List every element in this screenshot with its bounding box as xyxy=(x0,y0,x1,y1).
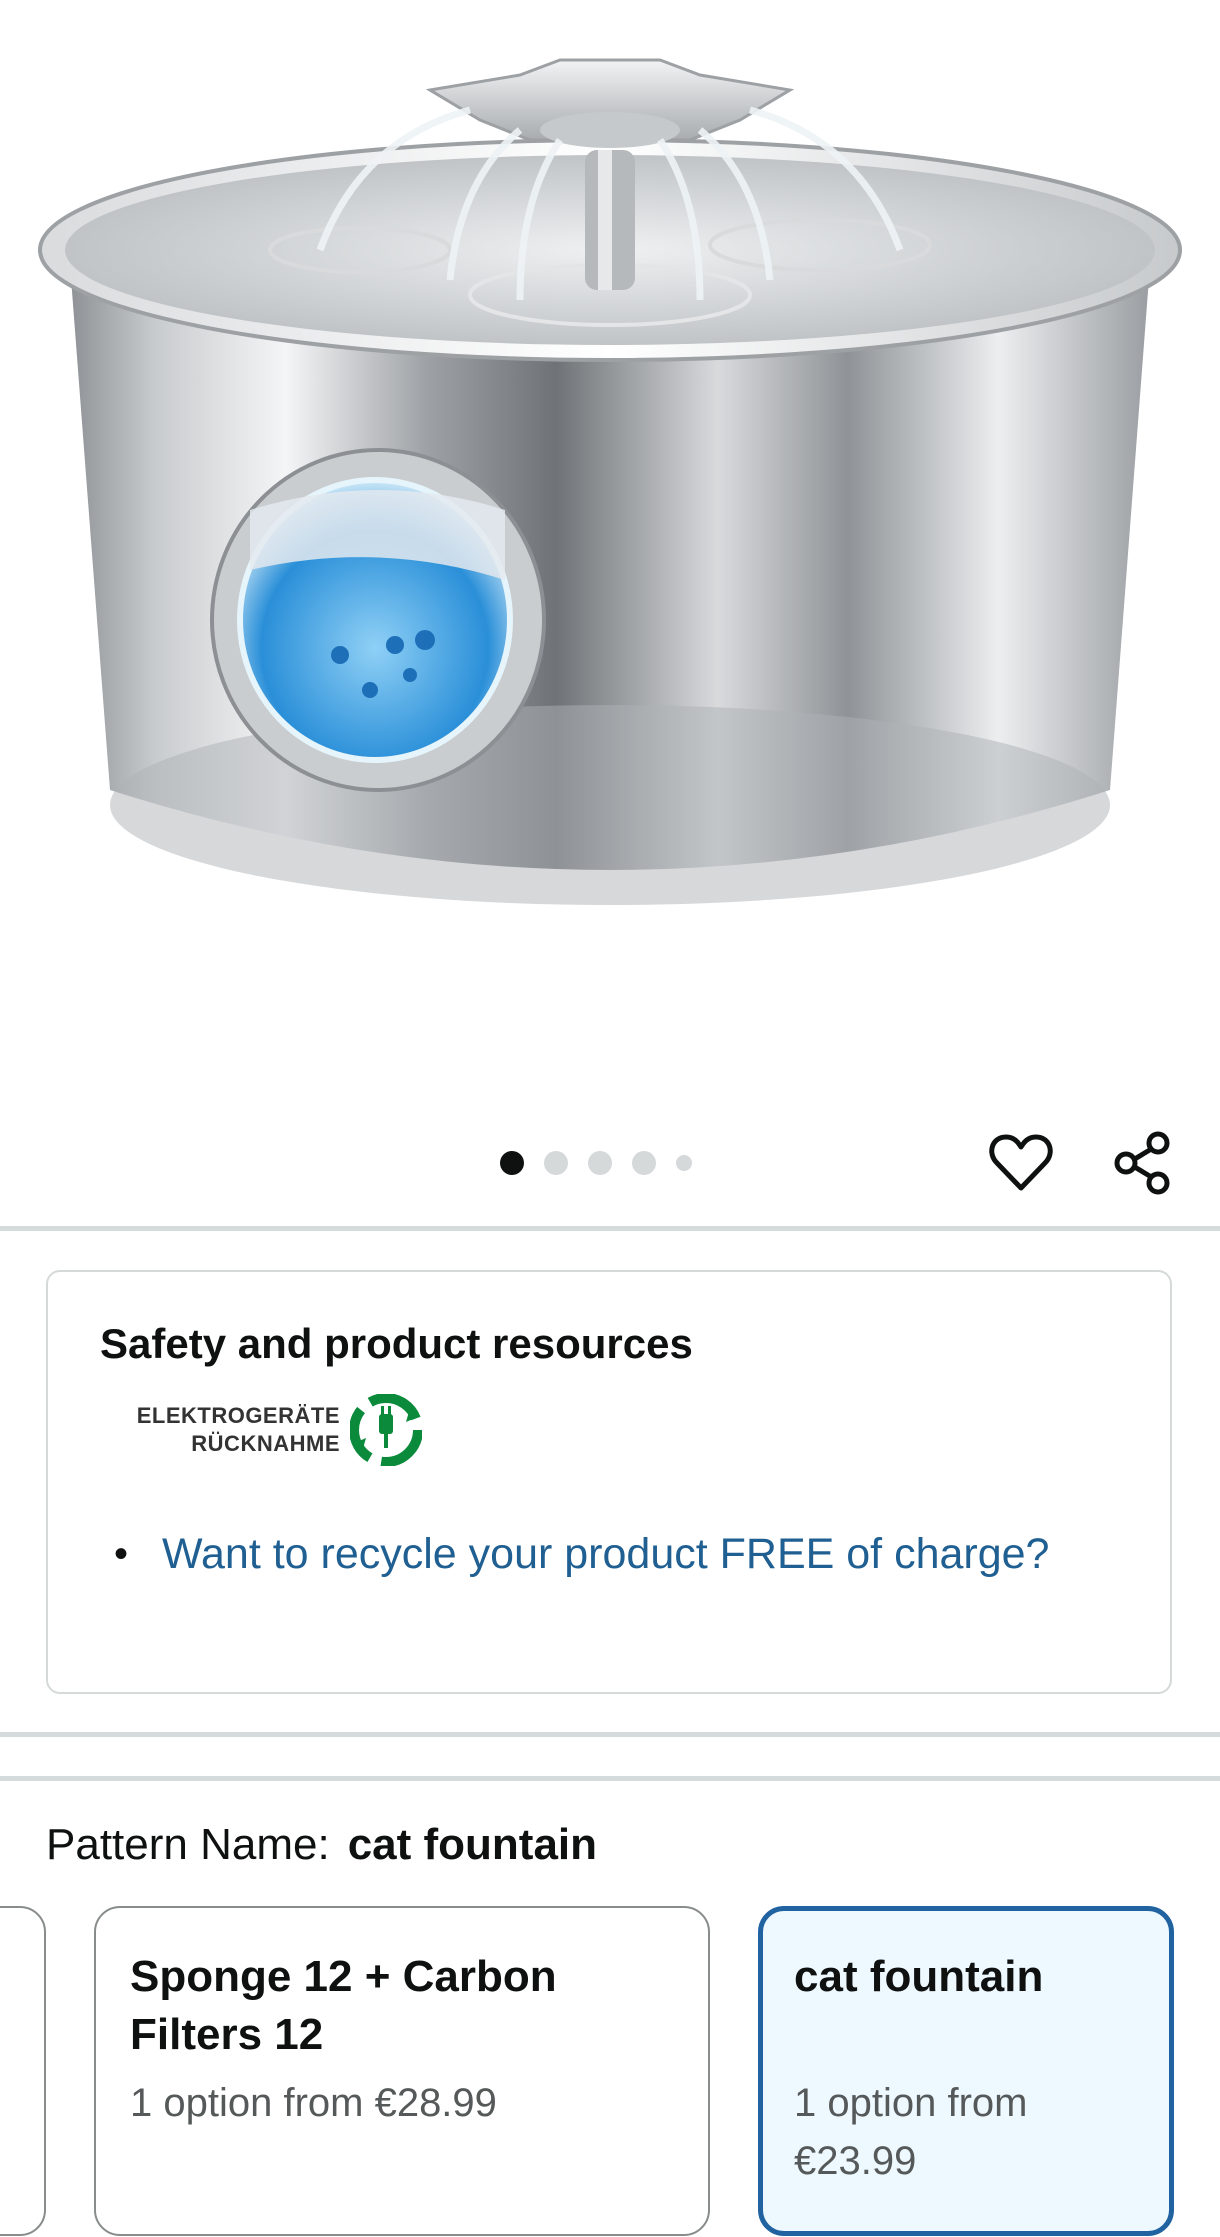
carousel-dot[interactable] xyxy=(588,1151,612,1175)
share-button[interactable] xyxy=(1108,1128,1178,1198)
option-price: 1 option from €23.99 xyxy=(794,2081,1028,2183)
safety-resources-card: Safety and product resources ELEKTROGERÄ… xyxy=(46,1270,1172,1694)
pattern-name-label: Pattern Name: cat fountain xyxy=(46,1820,598,1869)
image-carousel-dots[interactable] xyxy=(500,1148,692,1178)
section-divider xyxy=(0,1776,1220,1781)
heart-icon xyxy=(989,1134,1053,1191)
option-title: Sponge 12 + Carbon Filters 12 xyxy=(130,1952,557,2059)
option-price: 1 option from €28.99 xyxy=(130,2081,497,2125)
carousel-dot[interactable] xyxy=(544,1151,568,1175)
carousel-dot[interactable] xyxy=(676,1155,692,1171)
safety-title: Safety and product resources xyxy=(100,1320,693,1367)
recycle-plug-icon xyxy=(350,1394,422,1466)
pattern-option-cat-fountain[interactable]: cat fountain 1 option from €23.99 xyxy=(758,1906,1174,2236)
pattern-option-sponge-carbon[interactable]: Sponge 12 + Carbon Filters 12 1 option f… xyxy=(94,1906,710,2236)
selected-pattern-value: cat fountain xyxy=(347,1820,598,1869)
section-divider xyxy=(0,1226,1220,1231)
product-image[interactable] xyxy=(0,0,1220,1040)
pattern-option-previous[interactable] xyxy=(0,1906,46,2236)
section-divider xyxy=(0,1732,1220,1737)
elektrogeraete-ruecknahme-logo: ELEKTROGERÄTE RÜCKNAHME xyxy=(130,1394,430,1468)
recycle-free-link[interactable]: Want to recycle your product FREE of cha… xyxy=(162,1524,1049,1584)
add-to-wishlist-button[interactable] xyxy=(986,1128,1056,1198)
share-icon xyxy=(1114,1131,1170,1195)
option-title: cat fountain xyxy=(794,1952,1044,2001)
carousel-dot[interactable] xyxy=(632,1151,656,1175)
carousel-dot[interactable] xyxy=(500,1151,524,1175)
recycle-list-item: • Want to recycle your product FREE of c… xyxy=(114,1524,1114,1584)
